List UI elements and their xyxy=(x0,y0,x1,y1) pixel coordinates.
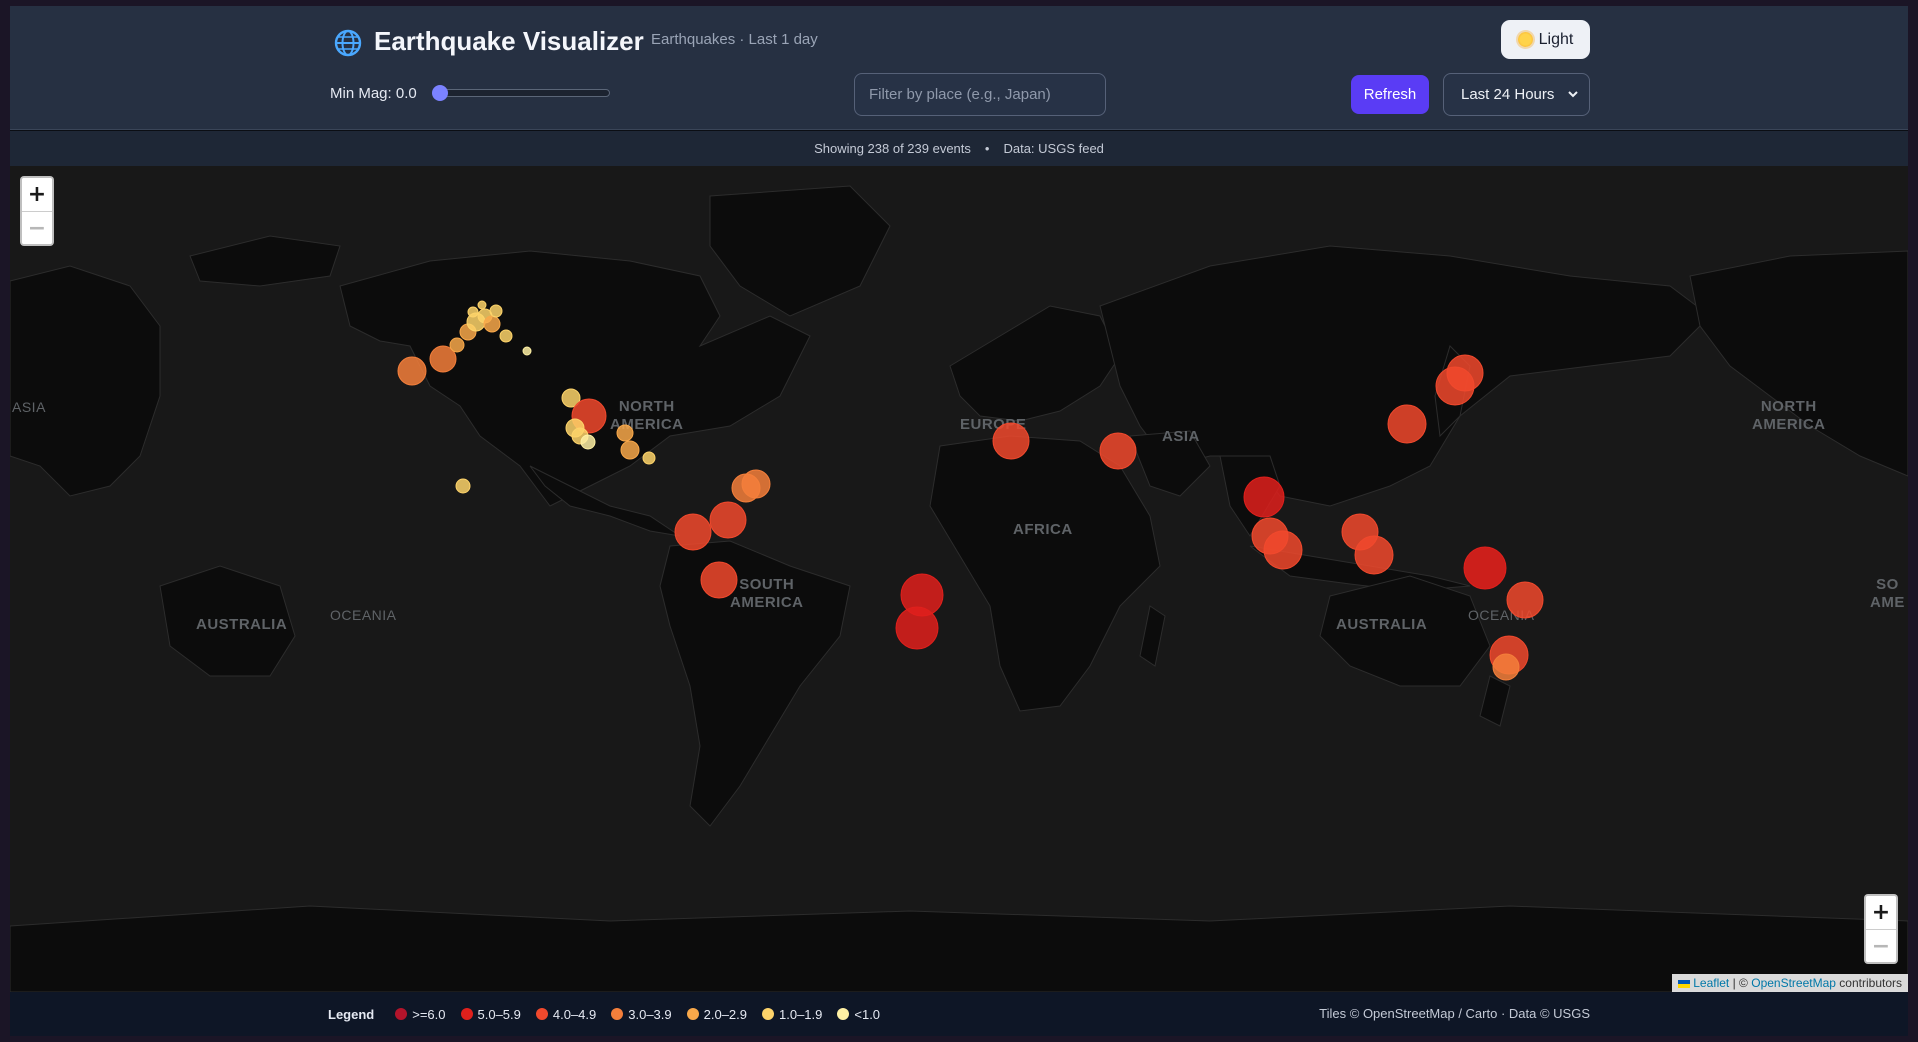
quake-marker[interactable] xyxy=(467,306,479,318)
legend-title: Legend xyxy=(328,1006,375,1022)
feed-subtitle: Earthquakes · Last 1 day xyxy=(651,31,818,48)
legend-swatch xyxy=(535,1008,548,1020)
legend-label: >=6.0 xyxy=(412,1006,446,1022)
quake-marker[interactable] xyxy=(1463,546,1507,590)
quake-marker[interactable] xyxy=(709,501,747,539)
quake-marker[interactable] xyxy=(642,451,656,465)
app-title: Earthquake Visualizer xyxy=(374,26,644,56)
zoom-out-button[interactable]: − xyxy=(1866,929,1896,962)
quake-marker[interactable] xyxy=(489,304,503,318)
legend-label: 5.0–5.9 xyxy=(477,1006,521,1022)
legend-item: 4.0–4.9 xyxy=(535,1006,597,1022)
leaflet-link[interactable]: Leaflet xyxy=(1693,976,1729,990)
event-count: Showing 238 of 239 events xyxy=(814,141,971,156)
quake-marker[interactable] xyxy=(992,422,1030,460)
legend-item: 3.0–3.9 xyxy=(611,1006,672,1022)
quake-marker[interactable] xyxy=(1354,535,1394,575)
zoom-control-left: + − xyxy=(20,176,54,246)
quake-marker[interactable] xyxy=(741,469,771,499)
legend-item: 1.0–1.9 xyxy=(762,1007,822,1022)
legend-item: >=6.0 xyxy=(395,1006,446,1022)
slider-handle[interactable] xyxy=(432,85,448,101)
time-range-value: Last 24 Hours xyxy=(1461,86,1555,103)
app-window: Earthquake Visualizer Earthquakes · Last… xyxy=(10,6,1908,1036)
quake-marker[interactable] xyxy=(620,440,640,460)
quake-marker[interactable] xyxy=(477,300,487,310)
quake-marker[interactable] xyxy=(397,356,427,386)
legend-label: 2.0–2.9 xyxy=(703,1006,747,1022)
legend-swatch xyxy=(395,1008,408,1020)
quake-marker[interactable] xyxy=(1506,581,1544,619)
legend-swatch xyxy=(837,1008,850,1020)
quake-marker[interactable] xyxy=(1263,530,1303,570)
legend-swatch xyxy=(686,1008,699,1020)
zoom-out-button[interactable]: − xyxy=(22,211,52,244)
legend-swatch xyxy=(611,1008,624,1020)
legend-item: 5.0–5.9 xyxy=(460,1006,521,1022)
refresh-button[interactable]: Refresh xyxy=(1351,75,1429,114)
quake-marker[interactable] xyxy=(616,424,634,442)
attribution-contributors: contributors xyxy=(1839,976,1902,990)
quake-marker[interactable] xyxy=(449,337,465,353)
quake-marker[interactable] xyxy=(700,561,738,599)
quake-marker[interactable] xyxy=(674,513,712,551)
quake-marker[interactable] xyxy=(522,346,532,356)
footer: Legend >=6.0 5.0–5.9 4.0–4.9 3.0–3.9 2.0… xyxy=(10,992,1908,1036)
status-separator: • xyxy=(984,141,990,156)
zoom-in-button[interactable]: + xyxy=(22,178,52,211)
theme-toggle-label: Light xyxy=(1538,30,1574,48)
legend-item: 2.0–2.9 xyxy=(686,1006,747,1022)
globe-icon xyxy=(334,29,362,57)
min-magnitude-label: Min Mag: 0.0 xyxy=(330,85,417,102)
data-source: Data: USGS feed xyxy=(1003,141,1104,156)
earthquake-map[interactable]: ASIA NORTH AMERICA EUROPE ASIA NORTH AME… xyxy=(10,166,1908,992)
legend-label: <1.0 xyxy=(854,1006,881,1022)
legend-label: 4.0–4.9 xyxy=(552,1006,597,1022)
legend-item: <1.0 xyxy=(837,1007,880,1022)
legend-swatch xyxy=(460,1008,473,1020)
quake-marker[interactable] xyxy=(580,434,596,450)
attribution-separator: | © xyxy=(1732,976,1748,990)
zoom-control-right: + − xyxy=(1864,894,1898,964)
quake-marker[interactable] xyxy=(1099,432,1137,470)
quake-marker[interactable] xyxy=(1435,366,1475,406)
ukraine-flag-icon xyxy=(1678,979,1691,988)
top-bar: Earthquake Visualizer Earthquakes · Last… xyxy=(10,6,1908,130)
legend-label: 1.0–1.9 xyxy=(779,1006,823,1022)
chevron-down-icon xyxy=(1568,91,1578,98)
sun-icon xyxy=(1517,32,1533,47)
quake-marker[interactable] xyxy=(499,329,513,343)
map-attribution: Leaflet | © OpenStreetMap contributors xyxy=(1672,974,1908,992)
quake-marker[interactable] xyxy=(1492,653,1520,681)
legend-swatch xyxy=(762,1008,774,1020)
quake-marker[interactable] xyxy=(1243,476,1285,518)
quake-marker[interactable] xyxy=(895,606,939,650)
legend-label: 3.0–3.9 xyxy=(628,1006,672,1022)
earthquake-markers xyxy=(397,300,1544,681)
min-magnitude-slider[interactable] xyxy=(438,89,610,97)
quake-marker[interactable] xyxy=(483,315,501,333)
theme-toggle-button[interactable]: Light xyxy=(1501,20,1590,59)
zoom-in-button[interactable]: + xyxy=(1866,896,1896,929)
status-bar: Showing 238 of 239 events • Data: USGS f… xyxy=(10,131,1908,166)
quake-marker[interactable] xyxy=(1387,404,1427,444)
openstreetmap-link[interactable]: OpenStreetMap xyxy=(1751,976,1836,990)
tile-credit: Tiles © OpenStreetMap / Carto · Data © U… xyxy=(1319,1006,1590,1021)
quake-marker[interactable] xyxy=(455,478,471,494)
place-filter-input[interactable] xyxy=(854,73,1106,116)
legend: Legend >=6.0 5.0–5.9 4.0–4.9 3.0–3.9 2.0… xyxy=(328,992,880,1036)
time-range-select[interactable]: Last 24 Hours xyxy=(1443,73,1590,116)
